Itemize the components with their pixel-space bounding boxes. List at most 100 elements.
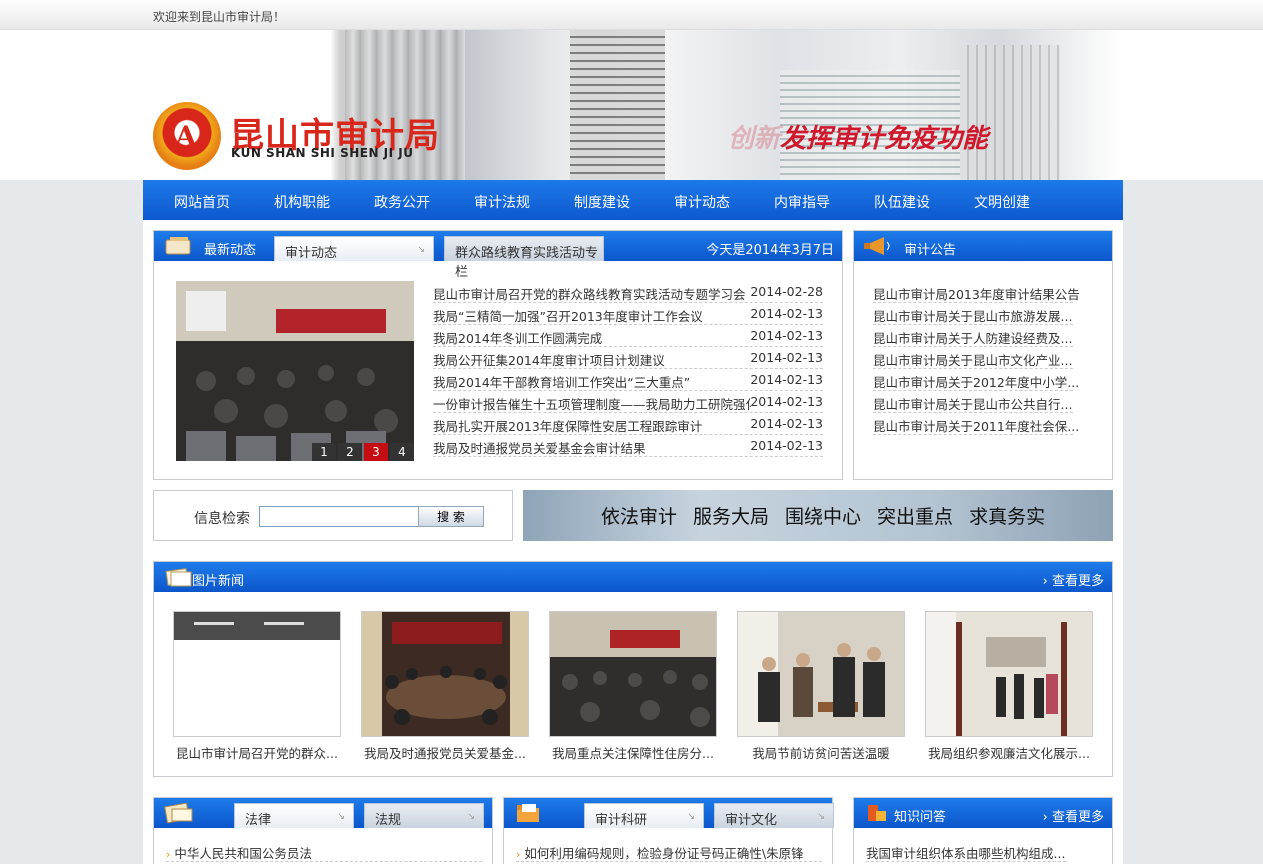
news-list-item[interactable]: 我局“三精简一加强”召开2013年度审计工作会议 2014-02-13 (433, 303, 823, 325)
bullet-icon: › (516, 848, 521, 861)
photo-caption[interactable]: 我局重点关注保障性住房分... (549, 743, 717, 762)
news-item-title[interactable]: 一份审计报告催生十五项管理制度——我局助力工研院强化... (433, 394, 751, 413)
photo-caption[interactable]: 我局组织参观廉洁文化展示... (925, 743, 1093, 762)
photo-thumbnail[interactable] (737, 611, 905, 737)
nav-item-functions[interactable]: 机构职能 (274, 192, 330, 212)
notice-list-item[interactable]: 昆山市审计局关于昆山市公共自行... (873, 391, 1073, 413)
photo-caption[interactable]: 昆山市审计局召开党的群众... (173, 743, 341, 762)
today-date: 今天是2014年3月7日 (706, 243, 834, 258)
news-list-item[interactable]: 我局2014年冬训工作圆满完成 2014-02-13 (433, 325, 823, 347)
news-list-item[interactable]: 昆山市审计局召开党的群众路线教育实践活动专题学习会 2014-02-28 (433, 281, 823, 303)
welcome-text: 欢迎来到昆山市审计局！ (153, 10, 286, 24)
tab-regulation[interactable]: 法规 ↘ (364, 803, 484, 828)
bullet-icon: › (166, 848, 171, 861)
news-item-title[interactable]: 我局及时通报党员关爱基金会审计结果 (433, 438, 751, 457)
notice-list-item[interactable]: 昆山市审计局2013年度审计结果公告 (873, 281, 1080, 303)
qa-panel: 知识问答 › 查看更多 我国审计组织体系由哪些机构组成... (853, 797, 1113, 864)
qa-title: 知识问答 (894, 810, 947, 825)
photo-caption[interactable]: 我局节前访贫问苦送温暖 (737, 743, 905, 762)
tab-audit-news[interactable]: 审计动态 ↘ (274, 236, 434, 261)
nav-item-audit-news[interactable]: 审计动态 (674, 192, 730, 212)
research-header: 审计科研 ↘ 审计文化 ↘ (504, 798, 834, 828)
motto-phrase: 求真务实 (969, 506, 1046, 528)
motto-phrase: 依法审计 (601, 506, 678, 528)
news-list-item[interactable]: 我局公开征集2014年度审计项目计划建议 2014-02-13 (433, 347, 823, 369)
tab-audit-research[interactable]: 审计科研 ↘ (584, 803, 704, 828)
tab-audit-culture[interactable]: 审计文化 ↘ (714, 803, 834, 828)
tab-law[interactable]: 法律 ↘ (234, 803, 354, 828)
folder-icon (517, 804, 539, 822)
law-header: 法律 ↘ 法规 ↘ (154, 798, 492, 828)
photo-thumbnail[interactable] (361, 611, 529, 737)
photo-thumbnail[interactable] (925, 611, 1093, 737)
tab-arrow-icon: ↘ (337, 812, 345, 822)
logo-subtitle: KUN SHAN SHI SHEN JI JU (231, 146, 414, 160)
question-icon (868, 805, 886, 821)
qa-header: 知识问答 › 查看更多 (854, 798, 1112, 828)
photo-news-header: 图片新闻 › 查看更多 (154, 562, 1112, 592)
motto-phrase: 突出重点 (877, 506, 954, 528)
slide-page-button[interactable]: 4 (390, 443, 414, 461)
notice-list-item[interactable]: 昆山市审计局关于昆山市文化产业... (873, 347, 1073, 369)
qa-more-link[interactable]: › 查看更多 (1043, 806, 1104, 825)
audit-notice-panel: 审计公告 昆山市审计局2013年度审计结果公告 昆山市审计局关于昆山市旅游发展..… (853, 230, 1113, 480)
research-list-item[interactable]: › 如何利用编码规则，检验身份证号码正确性\朱原锋 (516, 840, 822, 862)
audit-notice-title: 审计公告 (904, 243, 957, 258)
news-item-title[interactable]: 我局“三精简一加强”召开2013年度审计工作会议 (433, 306, 751, 325)
photo-thumbnail[interactable] (549, 611, 717, 737)
content-area: 最新动态 审计动态 ↘ 群众路线教育实践活动专栏 今天是2014年3月7日 1 2… (143, 220, 1123, 864)
news-list-item[interactable]: 我局扎实开展2013年度保障性安居工程跟踪审计 2014-02-13 (433, 413, 823, 435)
main-nav: 网站首页 机构职能 政务公开 审计法规 制度建设 审计动态 内审指导 队伍建设 … (143, 180, 1123, 220)
notice-list-item[interactable]: 昆山市审计局关于昆山市旅游发展... (873, 303, 1073, 325)
nav-item-internal-audit[interactable]: 内审指导 (774, 192, 830, 212)
news-item-date: 2014-02-13 (750, 438, 823, 453)
search-label: 信息检索 (194, 511, 250, 527)
book-icon (165, 237, 191, 255)
qa-list-item[interactable]: 我国审计组织体系由哪些机构组成... (866, 840, 1066, 862)
latest-news-header: 最新动态 审计动态 ↘ 群众路线教育实践活动专栏 今天是2014年3月7日 (154, 231, 842, 280)
search-input[interactable] (259, 506, 419, 527)
nav-item-home[interactable]: 网站首页 (174, 192, 230, 212)
notice-list-item[interactable]: 昆山市审计局关于2012年度中小学... (873, 369, 1079, 391)
nav-item-regulations[interactable]: 审计法规 (474, 192, 530, 212)
news-list-item[interactable]: 我局及时通报党员关爱基金会审计结果 2014-02-13 (433, 435, 823, 457)
motto-phrase: 服务大局 (693, 506, 770, 528)
nav-item-civilization[interactable]: 文明创建 (974, 192, 1030, 212)
news-item-date: 2014-02-13 (750, 350, 823, 365)
news-list-item[interactable]: 我局2014年干部教育培训工作突出“三大重点” 2014-02-13 (433, 369, 823, 391)
banner-building-image (960, 45, 1060, 180)
notice-list-item[interactable]: 昆山市审计局关于2011年度社会保... (873, 413, 1079, 435)
search-panel: 信息检索 搜 索 (153, 490, 513, 541)
law-list-item[interactable]: › 中华人民共和国公务员法 (166, 840, 482, 862)
nav-item-gov-affairs[interactable]: 政务公开 (374, 192, 430, 212)
logo-emblem-icon[interactable]: A (153, 102, 221, 170)
news-item-title[interactable]: 昆山市审计局召开党的群众路线教育实践活动专题学习会 (433, 284, 751, 303)
news-item-date: 2014-02-28 (750, 284, 823, 299)
tab-mass-line-column[interactable]: 群众路线教育实践活动专栏 (444, 236, 604, 280)
law-panel: 法律 ↘ 法规 ↘ › 中华人民共和国公务员法 (153, 797, 493, 864)
news-slideshow-image[interactable]: 1 2 3 4 (176, 281, 414, 461)
megaphone-icon (864, 237, 890, 255)
photo-caption[interactable]: 我局及时通报党员关爱基金... (361, 743, 529, 762)
photo-news-more-link[interactable]: › 查看更多 (1043, 570, 1104, 589)
news-list-item[interactable]: 一份审计报告催生十五项管理制度——我局助力工研院强化... 2014-02-13 (433, 391, 823, 413)
tab-arrow-icon: ↘ (417, 245, 425, 255)
news-item-date: 2014-02-13 (750, 328, 823, 343)
photo-thumbnail[interactable] (173, 611, 341, 737)
books-icon (164, 802, 193, 824)
banner-slogan: 创新发挥审计免疫功能 (728, 124, 989, 154)
slide-page-button[interactable]: 1 (312, 443, 336, 461)
slide-page-button-active[interactable]: 3 (364, 443, 388, 461)
tab-arrow-icon: ↘ (467, 812, 475, 822)
nav-item-systems[interactable]: 制度建设 (574, 192, 630, 212)
slide-page-button[interactable]: 2 (338, 443, 362, 461)
news-item-title[interactable]: 我局扎实开展2013年度保障性安居工程跟踪审计 (433, 416, 751, 435)
audit-notice-header: 审计公告 (854, 231, 1112, 261)
news-item-title[interactable]: 我局2014年干部教育培训工作突出“三大重点” (433, 372, 751, 391)
search-button[interactable]: 搜 索 (418, 506, 484, 527)
news-item-title[interactable]: 我局2014年冬训工作圆满完成 (433, 328, 751, 347)
news-item-title[interactable]: 我局公开征集2014年度审计项目计划建议 (433, 350, 751, 369)
photo-stack-icon (165, 568, 192, 587)
notice-list-item[interactable]: 昆山市审计局关于人防建设经费及... (873, 325, 1073, 347)
nav-item-team[interactable]: 队伍建设 (874, 192, 930, 212)
